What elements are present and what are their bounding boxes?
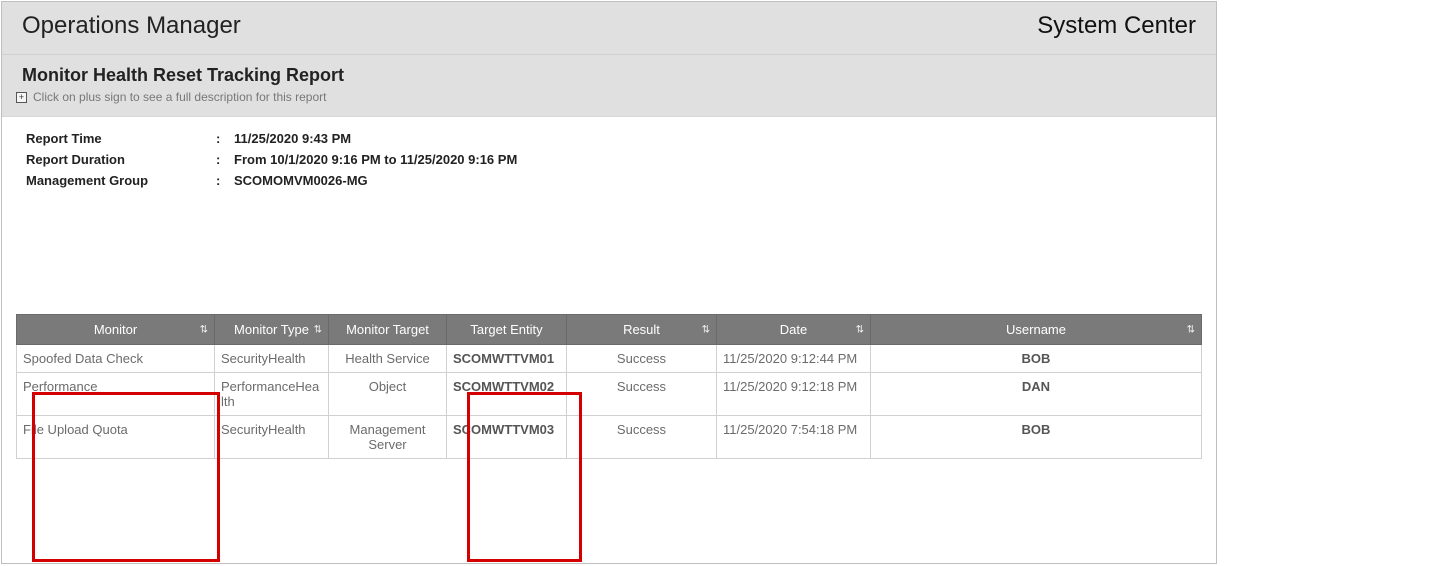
cell-monitor-type: SecurityHealth	[215, 416, 329, 459]
meta-colon: :	[216, 131, 234, 146]
meta-label: Report Duration	[26, 152, 216, 167]
brand-title: System Center	[1037, 12, 1196, 40]
cell-username: DAN	[871, 373, 1202, 416]
cell-result: Success	[567, 373, 717, 416]
expand-plus-icon[interactable]: +	[16, 92, 27, 103]
meta-row: Management Group : SCOMOMVM0026-MG	[26, 173, 1192, 188]
hint-text: Click on plus sign to see a full descrip…	[33, 90, 326, 104]
cell-monitor: File Upload Quota	[17, 416, 215, 459]
subheader: Monitor Health Reset Tracking Report + C…	[2, 55, 1216, 117]
table-header-row: Monitor ⇅ Monitor Type ⇅ Monitor Target Ta…	[17, 315, 1202, 345]
cell-monitor: Spoofed Data Check	[17, 345, 215, 373]
col-username[interactable]: Username ⇅	[871, 315, 1202, 345]
col-label: Result	[623, 322, 660, 337]
spacer	[2, 194, 1216, 314]
sort-icon: ⇅	[702, 324, 710, 335]
sort-icon: ⇅	[856, 324, 864, 335]
cell-monitor-target: Object	[329, 373, 447, 416]
cell-date: 11/25/2020 9:12:18 PM	[717, 373, 871, 416]
app-title: Operations Manager	[22, 12, 241, 40]
sort-icon: ⇅	[314, 324, 322, 335]
col-result[interactable]: Result ⇅	[567, 315, 717, 345]
cell-result: Success	[567, 416, 717, 459]
table-body: Spoofed Data Check SecurityHealth Health…	[17, 345, 1202, 459]
hint-row: + Click on plus sign to see a full descr…	[16, 90, 1202, 104]
meta-label: Report Time	[26, 131, 216, 146]
meta-label: Management Group	[26, 173, 216, 188]
cell-result: Success	[567, 345, 717, 373]
col-monitor-type[interactable]: Monitor Type ⇅	[215, 315, 329, 345]
meta-value: SCOMOMVM0026-MG	[234, 173, 368, 188]
col-label: Monitor Type	[234, 322, 309, 337]
cell-monitor-type: PerformanceHealth	[215, 373, 329, 416]
cell-date: 11/25/2020 9:12:44 PM	[717, 345, 871, 373]
report-title: Monitor Health Reset Tracking Report	[22, 65, 1202, 86]
table-row[interactable]: Spoofed Data Check SecurityHealth Health…	[17, 345, 1202, 373]
meta-colon: :	[216, 173, 234, 188]
col-target-entity[interactable]: Target Entity	[447, 315, 567, 345]
cell-monitor-target: Health Service	[329, 345, 447, 373]
col-monitor[interactable]: Monitor ⇅	[17, 315, 215, 345]
cell-username: BOB	[871, 345, 1202, 373]
cell-date: 11/25/2020 7:54:18 PM	[717, 416, 871, 459]
report-panel: Operations Manager System Center Monitor…	[1, 1, 1217, 564]
meta-value: 11/25/2020 9:43 PM	[234, 131, 351, 146]
results-table: Monitor ⇅ Monitor Type ⇅ Monitor Target Ta…	[16, 314, 1202, 459]
sort-icon: ⇅	[200, 324, 208, 335]
grid-wrap: Monitor ⇅ Monitor Type ⇅ Monitor Target Ta…	[2, 314, 1216, 459]
table-row[interactable]: Performance PerformanceHealth Object SCO…	[17, 373, 1202, 416]
cell-monitor-target: Management Server	[329, 416, 447, 459]
col-label: Monitor Target	[346, 322, 429, 337]
cell-monitor-type: SecurityHealth	[215, 345, 329, 373]
header-bar: Operations Manager System Center	[2, 2, 1216, 55]
cell-target-entity: SCOMWTTVM02	[447, 373, 567, 416]
col-date[interactable]: Date ⇅	[717, 315, 871, 345]
sort-icon: ⇅	[1187, 324, 1195, 335]
cell-target-entity: SCOMWTTVM03	[447, 416, 567, 459]
meta-colon: :	[216, 152, 234, 167]
col-label: Username	[1006, 322, 1066, 337]
report-meta: Report Time : 11/25/2020 9:43 PM Report …	[2, 117, 1216, 188]
meta-value: From 10/1/2020 9:16 PM to 11/25/2020 9:1…	[234, 152, 517, 167]
meta-row: Report Duration : From 10/1/2020 9:16 PM…	[26, 152, 1192, 167]
meta-row: Report Time : 11/25/2020 9:43 PM	[26, 131, 1192, 146]
table-head: Monitor ⇅ Monitor Type ⇅ Monitor Target Ta…	[17, 315, 1202, 345]
col-monitor-target[interactable]: Monitor Target	[329, 315, 447, 345]
cell-target-entity: SCOMWTTVM01	[447, 345, 567, 373]
col-label: Monitor	[94, 322, 137, 337]
col-label: Date	[780, 322, 807, 337]
col-label: Target Entity	[470, 322, 542, 337]
cell-monitor: Performance	[17, 373, 215, 416]
cell-username: BOB	[871, 416, 1202, 459]
table-row[interactable]: File Upload Quota SecurityHealth Managem…	[17, 416, 1202, 459]
